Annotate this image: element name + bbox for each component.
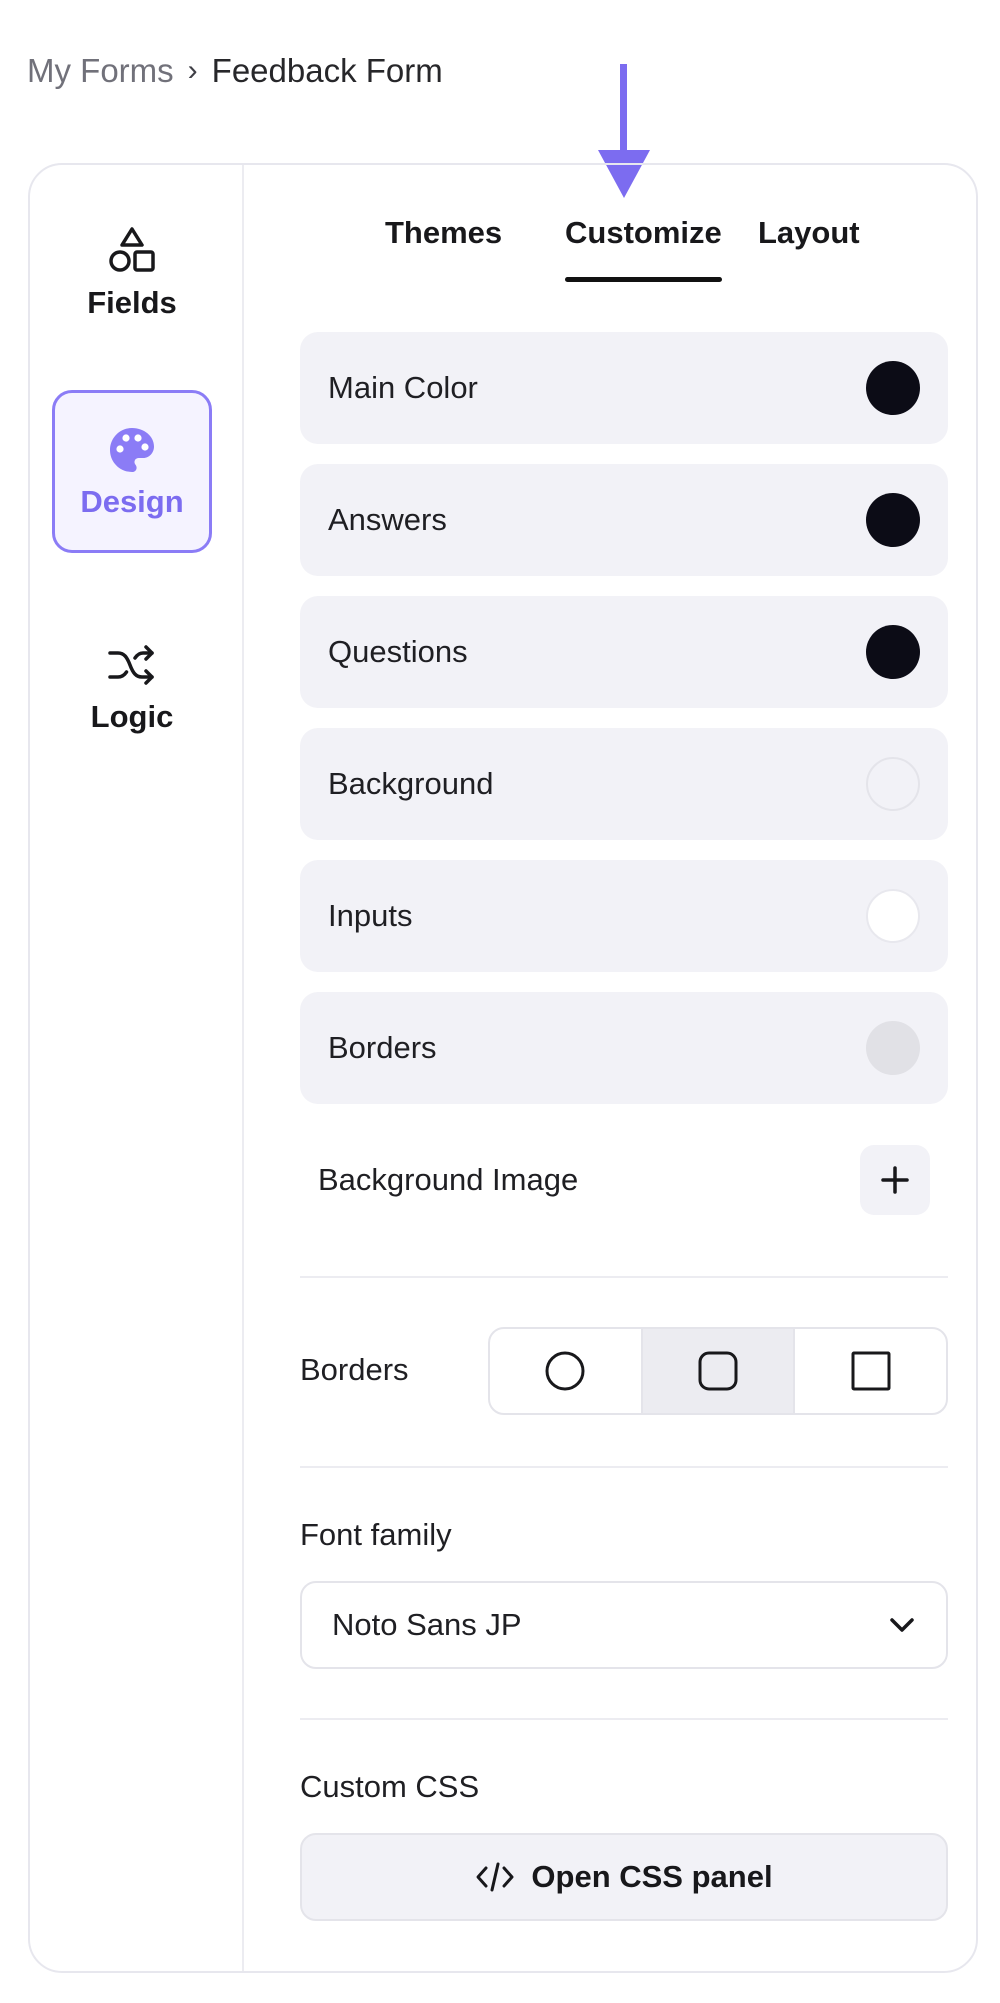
sidebar-item-label: Fields bbox=[87, 284, 177, 320]
section-divider bbox=[300, 1718, 948, 1720]
code-icon bbox=[476, 1862, 514, 1892]
section-divider bbox=[300, 1276, 948, 1278]
borders-style-label: Borders bbox=[300, 1352, 409, 1387]
sidebar-item-design[interactable]: Design bbox=[52, 390, 212, 553]
color-setting-borders[interactable]: Borders bbox=[300, 992, 948, 1104]
tab-bar: Themes Customize Layout bbox=[244, 215, 976, 295]
color-setting-main-color[interactable]: Main Color bbox=[300, 332, 948, 444]
palette-icon bbox=[106, 424, 158, 476]
sidebar-item-label: Logic bbox=[90, 698, 174, 734]
color-setting-inputs[interactable]: Inputs bbox=[300, 860, 948, 972]
sidebar-item-label: Design bbox=[80, 483, 184, 519]
color-setting-answers[interactable]: Answers bbox=[300, 464, 948, 576]
border-style-rounded-option[interactable] bbox=[642, 1329, 796, 1413]
font-family-select[interactable]: Noto Sans JP bbox=[300, 1581, 948, 1669]
breadcrumb: My Forms › Feedback Form bbox=[27, 52, 443, 90]
plus-icon bbox=[881, 1166, 909, 1194]
tab-layout[interactable]: Layout bbox=[758, 215, 860, 251]
color-setting-label: Main Color bbox=[328, 370, 478, 405]
sidebar: Fields Design Logic bbox=[30, 165, 244, 1971]
custom-css-label: Custom CSS bbox=[300, 1769, 480, 1804]
color-swatch[interactable] bbox=[866, 1021, 920, 1075]
color-setting-label: Inputs bbox=[328, 898, 413, 933]
form-editor-panel: Fields Design Logic Themes Customize Lay… bbox=[28, 163, 978, 1973]
font-family-value: Noto Sans JP bbox=[332, 1607, 522, 1642]
border-style-square-option[interactable] bbox=[795, 1329, 946, 1413]
border-style-selector bbox=[488, 1327, 948, 1415]
background-image-setting: Background Image bbox=[300, 1140, 948, 1220]
breadcrumb-current-page: Feedback Form bbox=[211, 52, 443, 89]
breadcrumb-my-forms-link[interactable]: My Forms bbox=[27, 52, 174, 90]
square-icon bbox=[851, 1351, 891, 1391]
color-setting-label: Background bbox=[328, 766, 494, 801]
chevron-down-icon bbox=[890, 1618, 914, 1632]
section-divider bbox=[300, 1466, 948, 1468]
design-settings: Themes Customize Layout Main Color Answe… bbox=[244, 165, 976, 1971]
add-background-image-button[interactable] bbox=[860, 1145, 930, 1215]
background-image-label: Background Image bbox=[318, 1162, 579, 1197]
shapes-icon bbox=[106, 225, 158, 277]
color-setting-label: Answers bbox=[328, 502, 447, 537]
color-swatch[interactable] bbox=[866, 493, 920, 547]
border-style-round-option[interactable] bbox=[490, 1329, 643, 1413]
sidebar-item-fields[interactable]: Fields bbox=[52, 191, 212, 354]
color-swatch[interactable] bbox=[866, 889, 920, 943]
color-setting-background[interactable]: Background bbox=[300, 728, 948, 840]
font-family-label: Font family bbox=[300, 1517, 452, 1552]
sidebar-item-logic[interactable]: Logic bbox=[52, 605, 212, 768]
rounded-square-icon bbox=[698, 1351, 738, 1391]
open-css-panel-button[interactable]: Open CSS panel bbox=[300, 1833, 948, 1921]
tab-customize[interactable]: Customize bbox=[565, 215, 722, 282]
color-swatch[interactable] bbox=[866, 757, 920, 811]
color-setting-label: Borders bbox=[328, 1030, 437, 1065]
circle-shape-icon bbox=[545, 1351, 585, 1391]
color-setting-label: Questions bbox=[328, 634, 468, 669]
open-css-panel-label: Open CSS panel bbox=[531, 1859, 773, 1894]
color-swatch[interactable] bbox=[866, 361, 920, 415]
tab-themes[interactable]: Themes bbox=[385, 215, 502, 251]
shuffle-icon bbox=[106, 639, 158, 691]
color-setting-questions[interactable]: Questions bbox=[300, 596, 948, 708]
breadcrumb-separator: › bbox=[187, 54, 198, 87]
color-swatch[interactable] bbox=[866, 625, 920, 679]
